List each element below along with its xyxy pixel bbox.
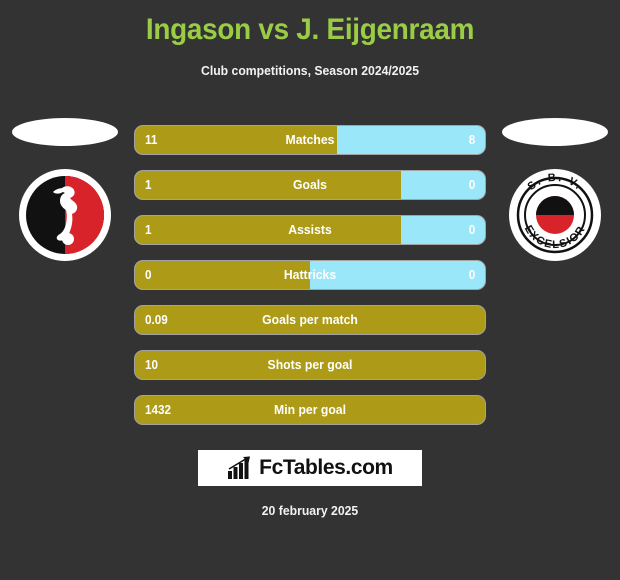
away-value: 0 bbox=[468, 222, 475, 237]
brand-label: FcTables.com bbox=[259, 456, 393, 479]
stat-label: Goals bbox=[293, 177, 327, 192]
stats-list: 11 Matches 8 1 Goals 0 1 Assists 0 0 Hat… bbox=[135, 126, 485, 441]
away-value: 8 bbox=[468, 132, 475, 147]
stat-row-goals-per-match: 0.09 Goals per match bbox=[135, 306, 485, 334]
stat-row-matches: 11 Matches 8 bbox=[135, 126, 485, 154]
away-logo-shadow-ellipse bbox=[502, 118, 608, 146]
stat-label: Min per goal bbox=[274, 402, 346, 417]
away-value: 0 bbox=[468, 177, 475, 192]
stat-row-min-per-goal: 1432 Min per goal bbox=[135, 396, 485, 424]
stat-row-shots-per-goal: 10 Shots per goal bbox=[135, 351, 485, 379]
fctables-brand[interactable]: FcTables.com bbox=[198, 450, 422, 486]
home-logo-shadow-ellipse bbox=[12, 118, 118, 146]
home-team-crest bbox=[18, 168, 112, 262]
stat-row-goals: 1 Goals 0 bbox=[135, 171, 485, 199]
page-title: Ingason vs J. Eijgenraam bbox=[145, 13, 475, 46]
stat-row-hattricks: 0 Hattricks 0 bbox=[135, 261, 485, 289]
stat-label: Goals per match bbox=[262, 312, 358, 327]
away-team-block: S. B. V. EXCELSIOR bbox=[490, 118, 620, 293]
generated-date: 20 february 2025 bbox=[261, 503, 359, 518]
page-subtitle: Club competitions, Season 2024/2025 bbox=[200, 63, 419, 78]
valur-crest-icon bbox=[19, 169, 111, 261]
stat-label: Assists bbox=[288, 222, 332, 237]
sbv-excelsior-crest-icon: S. B. V. EXCELSIOR bbox=[509, 169, 601, 261]
stat-label: Matches bbox=[285, 132, 335, 147]
stat-row-assists: 1 Assists 0 bbox=[135, 216, 485, 244]
home-team-block bbox=[0, 118, 130, 293]
bar-chart-growth-icon bbox=[228, 456, 251, 479]
away-team-crest: S. B. V. EXCELSIOR bbox=[508, 168, 602, 262]
stat-label: Shots per goal bbox=[267, 357, 353, 372]
player-comparison-infographic: Ingason vs J. Eijgenraam Club competitio… bbox=[0, 0, 620, 580]
away-value: 0 bbox=[468, 267, 475, 282]
stat-label: Hattricks bbox=[283, 267, 337, 282]
